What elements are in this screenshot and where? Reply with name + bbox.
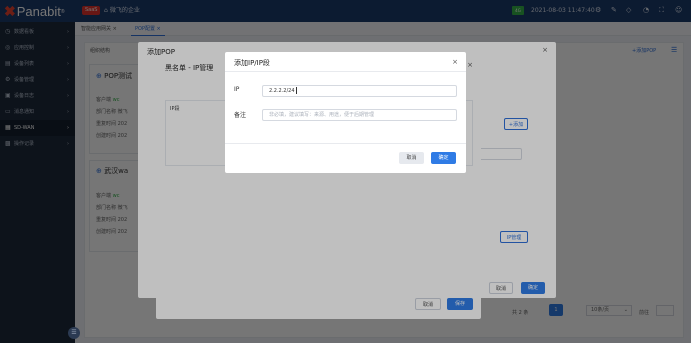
modal-header: 添加IP/IP段 ×	[225, 52, 466, 72]
modal-title: 添加IP/IP段	[234, 59, 270, 67]
remark-label: 备注	[234, 112, 247, 119]
ip-input[interactable]: 2.2.2.2/24	[262, 85, 457, 97]
divider	[225, 143, 466, 144]
add-ip-modal: 添加IP/IP段 × IP 2.2.2.2/24 备注 非必填，建议填写：来源、…	[225, 52, 466, 173]
text-cursor	[295, 87, 297, 94]
app-window: ✖ Panabit ® SaaS ⌂ 微飞的企业 4G 2021-08-03 11…	[0, 0, 691, 343]
confirm-button[interactable]: 确定	[431, 152, 456, 164]
sidebar-collapse-icon[interactable]: ☰	[68, 327, 80, 339]
ip-label: IP	[234, 86, 240, 93]
ip-input-value: 2.2.2.2/24	[269, 88, 295, 94]
cancel-button[interactable]: 取消	[399, 152, 424, 164]
remark-input[interactable]: 非必填，建议填写：来源、用途，便于后期管理	[262, 109, 457, 121]
close-icon[interactable]: ×	[452, 58, 458, 66]
